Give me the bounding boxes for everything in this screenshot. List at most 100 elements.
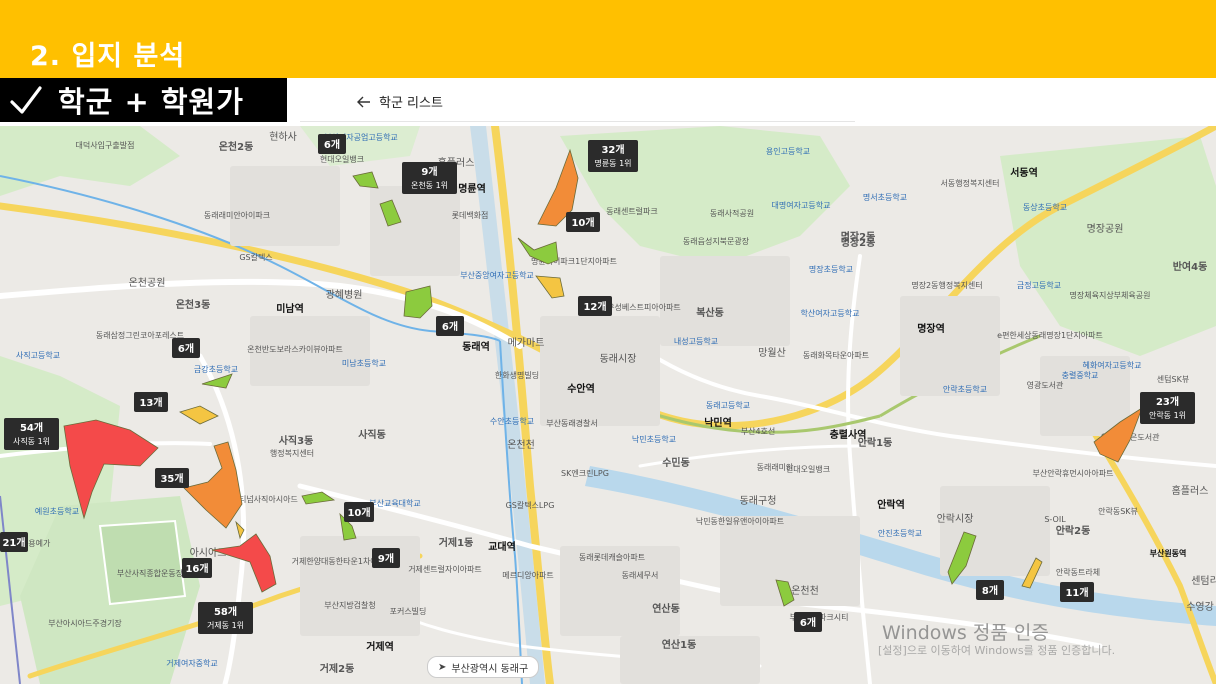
academy-count: 58개 [214,605,237,618]
place-label: 사직3동 [279,434,314,447]
district-rank: 사직동 1위 [13,436,50,446]
place-label: 온천2동 [219,140,254,153]
place-label: 혜화여자고등학교 [1083,360,1142,370]
place-label: 부산지방검찰청 [324,600,376,610]
place-label: 안락동SK뷰 [1098,506,1138,516]
place-label: 내성고등학교 [674,336,718,346]
place-label: 동래롯데캐슬아파트 [579,552,645,562]
place-label: 동래세무서 [622,571,659,580]
academy-count-tag[interactable]: 13개 [134,392,168,412]
place-label: 안락시장 [937,513,974,525]
school-academy-map[interactable]: 대덕사입구출발점현하사부산전자공업고등학교온천2동현대오일뱅크홈플러스동래래미안… [0,126,1216,684]
place-label: 롯데백화점 [452,210,489,220]
place-label: 명서초등학교 [863,192,907,202]
place-label: 동래구청 [740,495,777,507]
back-to-list-link[interactable]: 학군 리스트 [357,92,443,111]
academy-count: 9개 [378,552,394,565]
place-label: 사직동 [358,428,386,441]
academy-count: 6개 [324,138,340,151]
place-label: 수안초등학교 [490,416,534,426]
academy-count-tag[interactable]: 6개 [172,338,200,358]
place-label: 금강초등학교 [194,364,238,374]
academy-count: 13개 [139,396,162,409]
place-label: 동래읍성지북문광장 [683,236,750,246]
place-label: 수민동 [662,456,690,469]
place-label: 동상초등학교 [1023,202,1067,212]
place-label: 온천천 [507,439,535,451]
location-label: 부산광역시 동래구 [451,663,529,675]
place-label: 메르디앙아파트 [502,570,554,580]
academy-count-tag[interactable]: 12개 [578,296,612,316]
place-label: 센텀리 [1191,575,1216,587]
place-label: 동래래미안 [757,462,794,472]
place-label: 낙민초등학교 [632,434,676,444]
academy-count: 9개 [421,165,437,178]
place-label: GS칼텍스 [239,252,272,262]
place-label: 거제2동 [320,662,355,675]
place-label: 행정복지센터 [270,448,314,458]
place-label: 거제센트럴자이아파트 [408,564,482,574]
district-rank: 거제동 1위 [207,621,244,630]
page-header: 2. 입지 분석 [0,0,1216,78]
place-label: 명장초등학교 [809,264,853,274]
place-label: 안락2동 [1056,524,1091,537]
academy-count-tag[interactable]: 6개 [436,316,464,336]
academy-count-tag[interactable]: 6개 [794,612,822,632]
academy-count-tag[interactable]: 23개안락동 1위 [1140,392,1195,424]
place-label: 거제여자중학교 [166,658,218,668]
academy-count: 16개 [185,562,208,575]
place-label: 충렬중학교 [1062,370,1099,380]
academy-count-tag[interactable]: 10개 [566,212,600,232]
place-label: 명장체육지상부체육공원 [1070,290,1151,300]
place-label: 부산사직종합운동장 [117,568,184,578]
place-label: 명장2동행정복지센터 [911,280,982,290]
place-label: 안진초등학교 [878,528,922,538]
academy-count-tag[interactable]: 11개 [1060,582,1094,602]
place-label: 수안역 [567,382,595,395]
place-label: 낙민동한일유앤아이아파트 [696,516,784,526]
academy-count: 6개 [442,320,458,333]
place-label: 학산여자고등학교 [801,308,860,318]
place-label: 한화생명빌딩 [495,370,539,380]
place-label: 복산동 [696,306,724,319]
academy-count-tag[interactable]: 54개사직동 1위 [4,418,59,450]
place-label: 명장역 [917,322,945,335]
place-label: 명륜역 [458,182,486,195]
place-label: 온천3동 [176,298,211,311]
place-label: 부산원동역 [1150,548,1187,558]
place-label: 사직고등학교 [16,350,60,360]
academy-count-tag[interactable]: 16개 [182,558,212,578]
place-label: 미남역 [276,302,304,315]
subtitle-text: 학군 + 학원가 [58,85,244,119]
academy-count: 10개 [347,506,370,519]
place-label: 연산1동 [662,638,697,651]
place-label: 수영강 [1186,601,1214,613]
place-label: SK엔크린LPG [561,468,609,478]
map-canvas[interactable]: 대덕사입구출발점현하사부산전자공업고등학교온천2동현대오일뱅크홈플러스동래래미안… [0,126,1216,684]
academy-count-tag[interactable]: 10개 [344,502,374,522]
academy-count-tag[interactable]: 9개온천동 1위 [402,162,457,194]
academy-count-tag[interactable]: 21개 [0,532,28,552]
place-label: 대명여자고등학교 [772,200,831,210]
place-label: e편한세상동래명장1단지아파트 [997,330,1103,340]
place-label: 메가마트 [508,337,545,349]
academy-count: 35개 [160,472,183,485]
stadium-area [98,519,187,606]
academy-count-tag[interactable]: 6개 [318,134,346,154]
district-rank: 온천동 1위 [411,180,448,190]
place-label: 안락동트라체 [1056,567,1100,577]
academy-count-tag[interactable]: 9개 [372,548,400,568]
place-label: 부산교육대학교 [369,498,421,508]
academy-count: 11개 [1065,586,1088,599]
current-location-pill[interactable]: ➤ 부산광역시 동래구 [427,656,540,678]
academy-count-tag[interactable]: 8개 [976,580,1004,600]
academy-count-tag[interactable]: 58개거제동 1위 [198,602,253,634]
place-label: 동래화목타운아파트 [803,350,869,360]
academy-count-tag[interactable]: 32개명륜동 1위 [588,140,638,172]
academy-count-tag[interactable]: 35개 [155,468,189,488]
place-label: 현하사 [269,130,297,143]
place-label: 용인고등학교 [766,146,810,156]
district-rank: 안락동 1위 [1149,410,1186,420]
academy-count: 32개 [601,143,624,156]
place-label: 우성베스트피아아파트 [607,302,681,312]
